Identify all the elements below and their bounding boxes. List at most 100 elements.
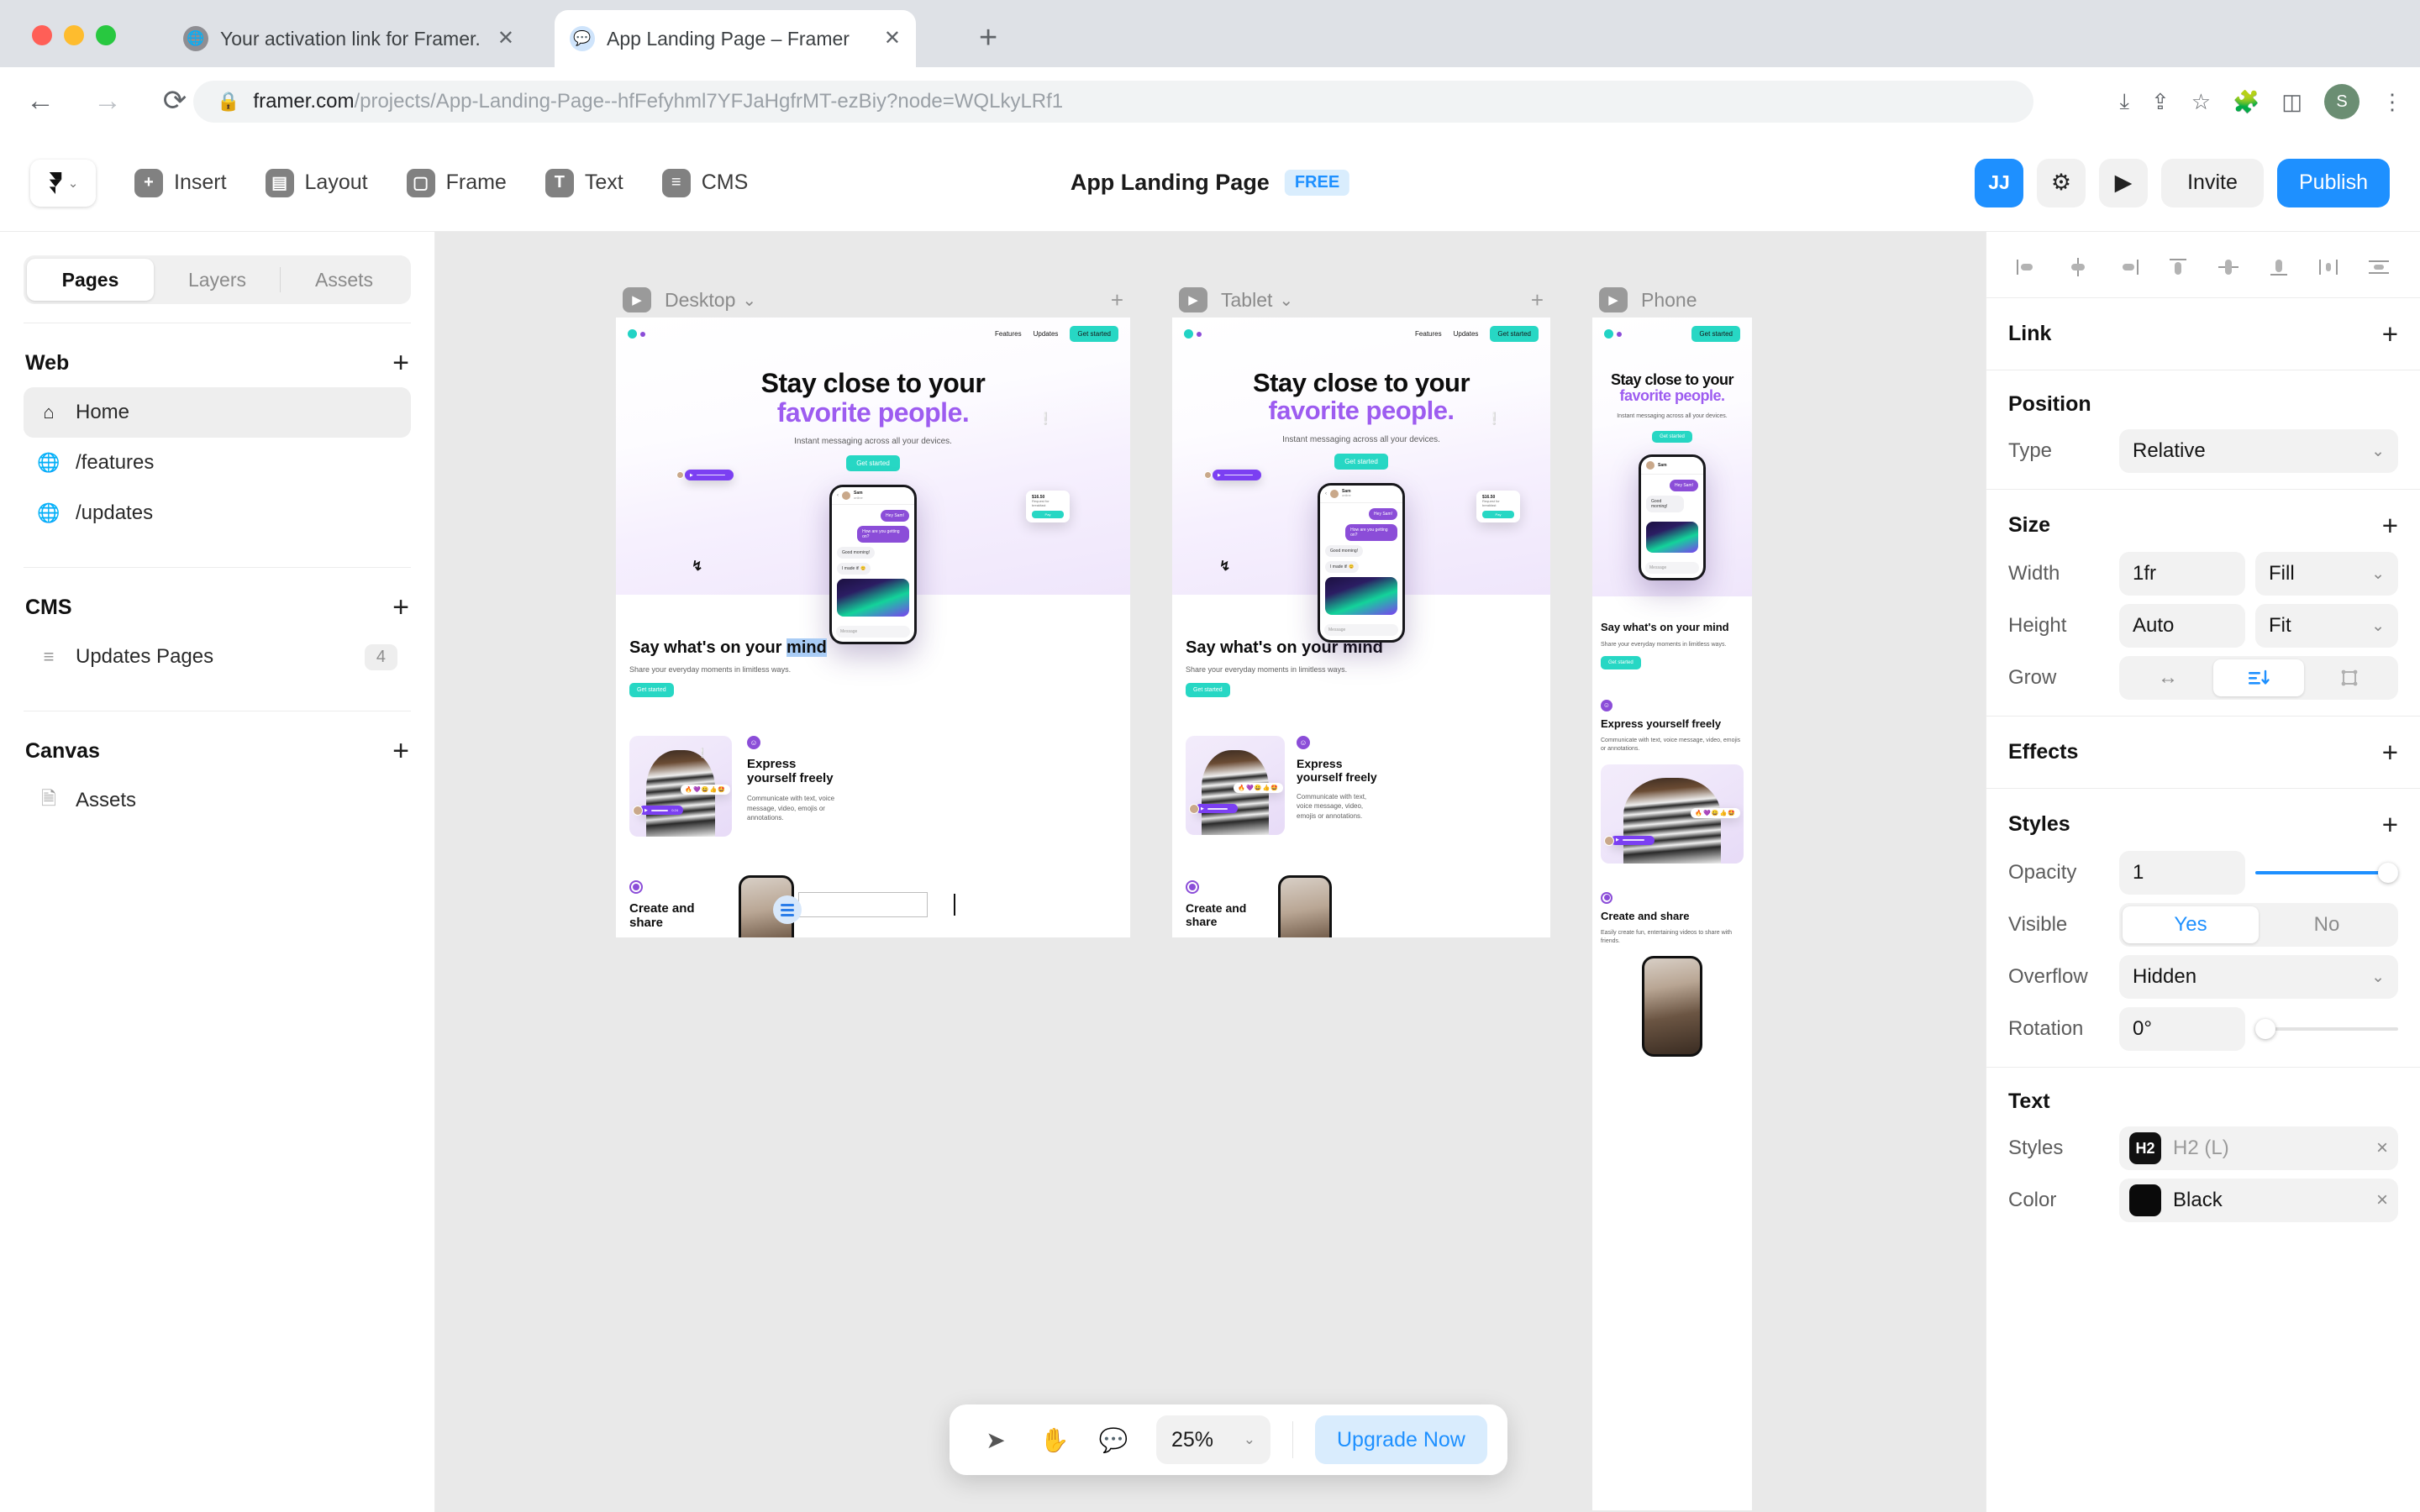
publish-button[interactable]: Publish	[2277, 158, 2390, 207]
opacity-input[interactable]: 1	[2119, 851, 2245, 895]
align-horizontal-center-icon[interactable]	[2059, 250, 2097, 284]
play-icon[interactable]: ▶	[623, 287, 651, 312]
cursor-icon[interactable]: ➤	[970, 1414, 1022, 1466]
rotation-input[interactable]: 0°	[2119, 1007, 2245, 1051]
cms-button[interactable]: ≡ CMS	[661, 168, 748, 197]
distribute-horizontal-icon[interactable]	[2309, 250, 2348, 284]
chevron-down-icon[interactable]: ⌄	[1279, 290, 1293, 311]
add-breakpoint-button[interactable]: +	[1111, 287, 1123, 313]
avatar[interactable]: JJ	[1975, 158, 2023, 207]
tab-layers[interactable]: Layers	[154, 259, 281, 301]
stack-down-icon[interactable]	[2213, 659, 2304, 696]
section-1-cta[interactable]: Get started	[1601, 655, 1641, 669]
remove-color-icon[interactable]: ×	[2376, 1189, 2388, 1212]
profile-avatar[interactable]: S	[2324, 84, 2360, 119]
site-section-2[interactable]: ☺ Express yourself freely Communicate wi…	[1592, 669, 1752, 864]
site-section-1[interactable]: Say what's on your mind Share your every…	[1592, 596, 1752, 669]
add-link-button[interactable]: +	[2382, 320, 2398, 348]
new-tab-button[interactable]: +	[979, 22, 997, 54]
close-icon[interactable]: ✕	[884, 29, 901, 49]
remove-style-icon[interactable]: ×	[2376, 1137, 2388, 1160]
bookmark-icon[interactable]: ☆	[2191, 89, 2211, 115]
back-button[interactable]: ←	[13, 85, 67, 118]
extensions-icon[interactable]: 🧩	[2233, 89, 2260, 115]
design-canvas[interactable]: ▶ Desktop ⌄ + Features Updates Get start…	[435, 232, 1986, 1512]
rotation-slider[interactable]	[2255, 1007, 2398, 1051]
text-edit-box[interactable]	[798, 892, 928, 917]
nav-cta-button[interactable]: Get started	[1691, 326, 1740, 342]
text-style-chip[interactable]: H2 H2 (L) ×	[2119, 1126, 2398, 1170]
maximize-window-button[interactable]	[96, 25, 116, 45]
browser-tab-inactive[interactable]: 🌐 Your activation link for Framer. ✕	[168, 10, 529, 67]
document-title-group[interactable]: App Landing Page FREE	[1071, 170, 1350, 196]
menu-icon[interactable]: ⋮	[2381, 89, 2403, 115]
address-bar[interactable]: 🔒 framer.com/projects/App-Landing-Page--…	[193, 81, 2033, 123]
chat-input[interactable]: Message	[1324, 623, 1398, 636]
sidebar-item-features[interactable]: 🌐 /features	[24, 438, 411, 488]
site-section-2[interactable]: 🔥💜😀👍🤩 ▶ ☺ Express yourself freely Commun…	[1172, 697, 1550, 836]
close-icon[interactable]: ✕	[497, 29, 514, 49]
sidebar-item-assets[interactable]: 🗎 Assets	[24, 775, 411, 826]
align-top-icon[interactable]	[2159, 250, 2197, 284]
chat-input[interactable]: Message	[1645, 561, 1699, 574]
frame-tablet[interactable]: ▶ Tablet ⌄ + Features Updates Get starte…	[1172, 282, 1550, 937]
add-breakpoint-button[interactable]: +	[1531, 287, 1544, 313]
play-icon[interactable]: ▶	[1179, 287, 1207, 312]
chevron-down-icon[interactable]: ⌄	[742, 290, 756, 311]
add-size-button[interactable]: +	[2382, 512, 2398, 539]
frame-phone[interactable]: ▶ Phone Get started Stay close to your f…	[1592, 282, 1752, 1510]
height-input[interactable]: Auto	[2119, 604, 2245, 648]
opacity-slider[interactable]	[2255, 851, 2398, 895]
hand-icon[interactable]: ✋	[1028, 1414, 1081, 1466]
gear-icon[interactable]: ⚙	[2037, 158, 2086, 207]
horizontal-arrows-icon[interactable]: ↔	[2123, 659, 2213, 696]
layout-button[interactable]: ▤ Layout	[265, 168, 368, 197]
site-section-2[interactable]: 🔥💜😀👍🤩 ▶ 0:24 ❕ ☺ Express yourself freely	[616, 697, 1130, 837]
framer-logo-button[interactable]: ⌄	[30, 159, 96, 207]
play-icon[interactable]: ▶	[2099, 158, 2148, 207]
sidebar-item-updates-pages[interactable]: ≡ Updates Pages 4	[24, 632, 411, 682]
play-icon[interactable]: ▶	[1599, 287, 1628, 312]
width-input[interactable]: 1fr	[2119, 552, 2245, 596]
sidepanel-icon[interactable]: ◫	[2281, 89, 2302, 115]
window-traffic-lights[interactable]	[32, 25, 116, 45]
section-1-title[interactable]: Say what's on your mind	[629, 638, 1117, 657]
nav-link-features[interactable]: Features	[995, 330, 1022, 338]
visible-yes-option[interactable]: Yes	[2123, 906, 2259, 943]
stack-badge-icon[interactable]	[773, 895, 802, 924]
overflow-select[interactable]: Hidden ⌄	[2119, 955, 2398, 999]
text-button[interactable]: T Text	[544, 168, 623, 197]
add-cms-collection-button[interactable]: +	[392, 593, 409, 622]
add-style-button[interactable]: +	[2382, 811, 2398, 838]
height-mode-select[interactable]: Fit ⌄	[2255, 604, 2398, 648]
frame-header-tablet[interactable]: ▶ Tablet ⌄ +	[1172, 282, 1550, 318]
align-vertical-center-icon[interactable]	[2209, 250, 2248, 284]
forward-button[interactable]: →	[81, 85, 134, 118]
resize-icon[interactable]	[2304, 659, 2395, 696]
add-canvas-item-button[interactable]: +	[392, 737, 409, 765]
nav-link-features[interactable]: Features	[1415, 330, 1442, 338]
sidebar-item-home[interactable]: ⌂ Home	[24, 387, 411, 438]
zoom-selector[interactable]: 25% ⌄	[1156, 1415, 1270, 1464]
download-icon[interactable]: ⤓	[2119, 88, 2129, 115]
site-section-3[interactable]: Create and share Easily create fun, ente…	[1172, 835, 1550, 937]
nav-cta-button[interactable]: Get started	[1490, 326, 1539, 342]
distribute-vertical-icon[interactable]	[2360, 250, 2398, 284]
nav-link-updates[interactable]: Updates	[1034, 330, 1059, 338]
position-type-select[interactable]: Relative ⌄	[2119, 429, 2398, 473]
frame-header-desktop[interactable]: ▶ Desktop ⌄ +	[616, 282, 1130, 318]
site-section-3[interactable]: Create and share Easily create fun, ente…	[616, 837, 1130, 937]
nav-link-updates[interactable]: Updates	[1454, 330, 1479, 338]
hero-cta-button[interactable]: Get started	[846, 455, 900, 472]
minimize-window-button[interactable]	[64, 25, 84, 45]
upgrade-now-button[interactable]: Upgrade Now	[1315, 1415, 1487, 1464]
frame-body-phone[interactable]: Get started Stay close to your favorite …	[1592, 318, 1752, 1510]
comment-icon[interactable]: 💬	[1087, 1414, 1139, 1466]
insert-button[interactable]: + Insert	[134, 168, 227, 197]
share-icon[interactable]: ⇪	[2151, 89, 2170, 115]
frame-desktop[interactable]: ▶ Desktop ⌄ + Features Updates Get start…	[616, 282, 1130, 937]
text-color-chip[interactable]: Black ×	[2119, 1179, 2398, 1222]
payment-pay-button[interactable]: Pay	[1482, 511, 1514, 518]
add-effect-button[interactable]: +	[2382, 738, 2398, 766]
tab-assets[interactable]: Assets	[281, 259, 408, 301]
